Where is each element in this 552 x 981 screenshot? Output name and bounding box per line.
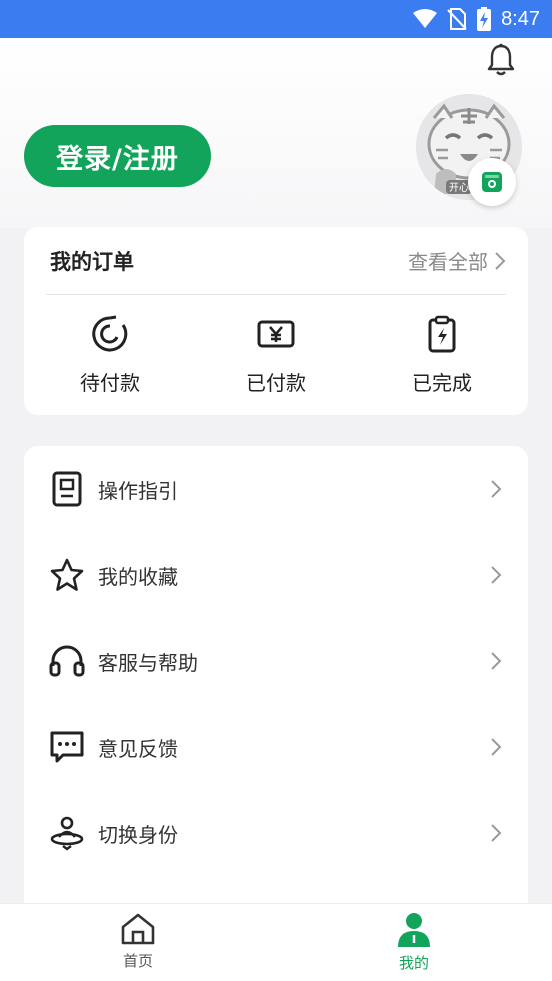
battery-charging-icon: [477, 7, 492, 31]
view-all-label: 查看全部: [408, 250, 488, 274]
change-avatar-button[interactable]: [468, 158, 516, 206]
status-bar: 8:47: [0, 0, 552, 38]
order-completed[interactable]: 已完成: [382, 315, 502, 396]
no-sim-icon: [447, 8, 467, 30]
camera-icon: [482, 172, 502, 192]
order-completed-label: 已完成: [412, 371, 472, 395]
menu-item-favorites[interactable]: 我的收藏: [24, 532, 528, 618]
menu-item-label: 我的收藏: [98, 564, 178, 589]
menu-item-feedback[interactable]: 意见反馈: [24, 704, 528, 790]
menu-item-label: 切换身份: [98, 822, 178, 847]
bottom-tab-bar: 首页 我的: [0, 903, 552, 981]
star-icon: [48, 556, 86, 594]
tab-mine[interactable]: 我的: [359, 912, 469, 973]
my-orders-card: 我的订单 查看全部 待付款 已付款 已完成: [24, 227, 528, 415]
guide-document-icon: [48, 470, 86, 508]
orders-header: 我的订单 查看全部: [46, 227, 506, 295]
menu-item-support[interactable]: 客服与帮助: [24, 618, 528, 704]
orders-title: 我的订单: [50, 249, 134, 274]
view-all-orders-link[interactable]: 查看全部: [408, 246, 506, 275]
order-paid[interactable]: 已付款: [216, 315, 336, 396]
profile-header: 登录/注册 开心: [0, 38, 552, 228]
profile-icon: [398, 913, 430, 947]
order-pending-payment[interactable]: 待付款: [50, 315, 170, 396]
avatar-badge-text: 开心: [449, 182, 469, 194]
menu-item-label: 意见反馈: [98, 736, 178, 761]
status-time: 8:47: [501, 7, 540, 30]
chevron-right-icon: [491, 480, 502, 498]
completed-clipboard-icon: [428, 315, 456, 353]
menu-item-label: 客服与帮助: [98, 650, 198, 675]
order-paid-label: 已付款: [246, 371, 306, 395]
menu-item-guide[interactable]: 操作指引: [24, 446, 528, 532]
tab-home-label: 首页: [122, 952, 153, 970]
chevron-right-icon: [495, 251, 506, 270]
notification-bell-icon[interactable]: [486, 43, 516, 77]
wifi-icon: [413, 9, 438, 28]
pending-payment-icon: [92, 315, 128, 352]
menu-item-switch-identity[interactable]: 切换身份: [24, 790, 528, 876]
login-register-button[interactable]: 登录/注册: [24, 125, 211, 187]
paid-yen-icon: [257, 320, 295, 348]
switch-identity-icon: [48, 814, 86, 852]
tab-mine-label: 我的: [398, 954, 429, 972]
chevron-right-icon: [491, 566, 502, 584]
chevron-right-icon: [491, 738, 502, 756]
order-pending-label: 待付款: [80, 371, 140, 395]
feedback-chat-icon: [48, 728, 86, 766]
chevron-right-icon: [491, 824, 502, 842]
chevron-right-icon: [491, 652, 502, 670]
home-icon: [121, 913, 155, 945]
menu-item-label: 操作指引: [98, 478, 178, 503]
menu-card: 操作指引 我的收藏 客服与帮助 意见反馈 切换身份: [24, 446, 528, 916]
tab-home[interactable]: 首页: [83, 912, 193, 971]
headset-icon: [48, 642, 86, 680]
